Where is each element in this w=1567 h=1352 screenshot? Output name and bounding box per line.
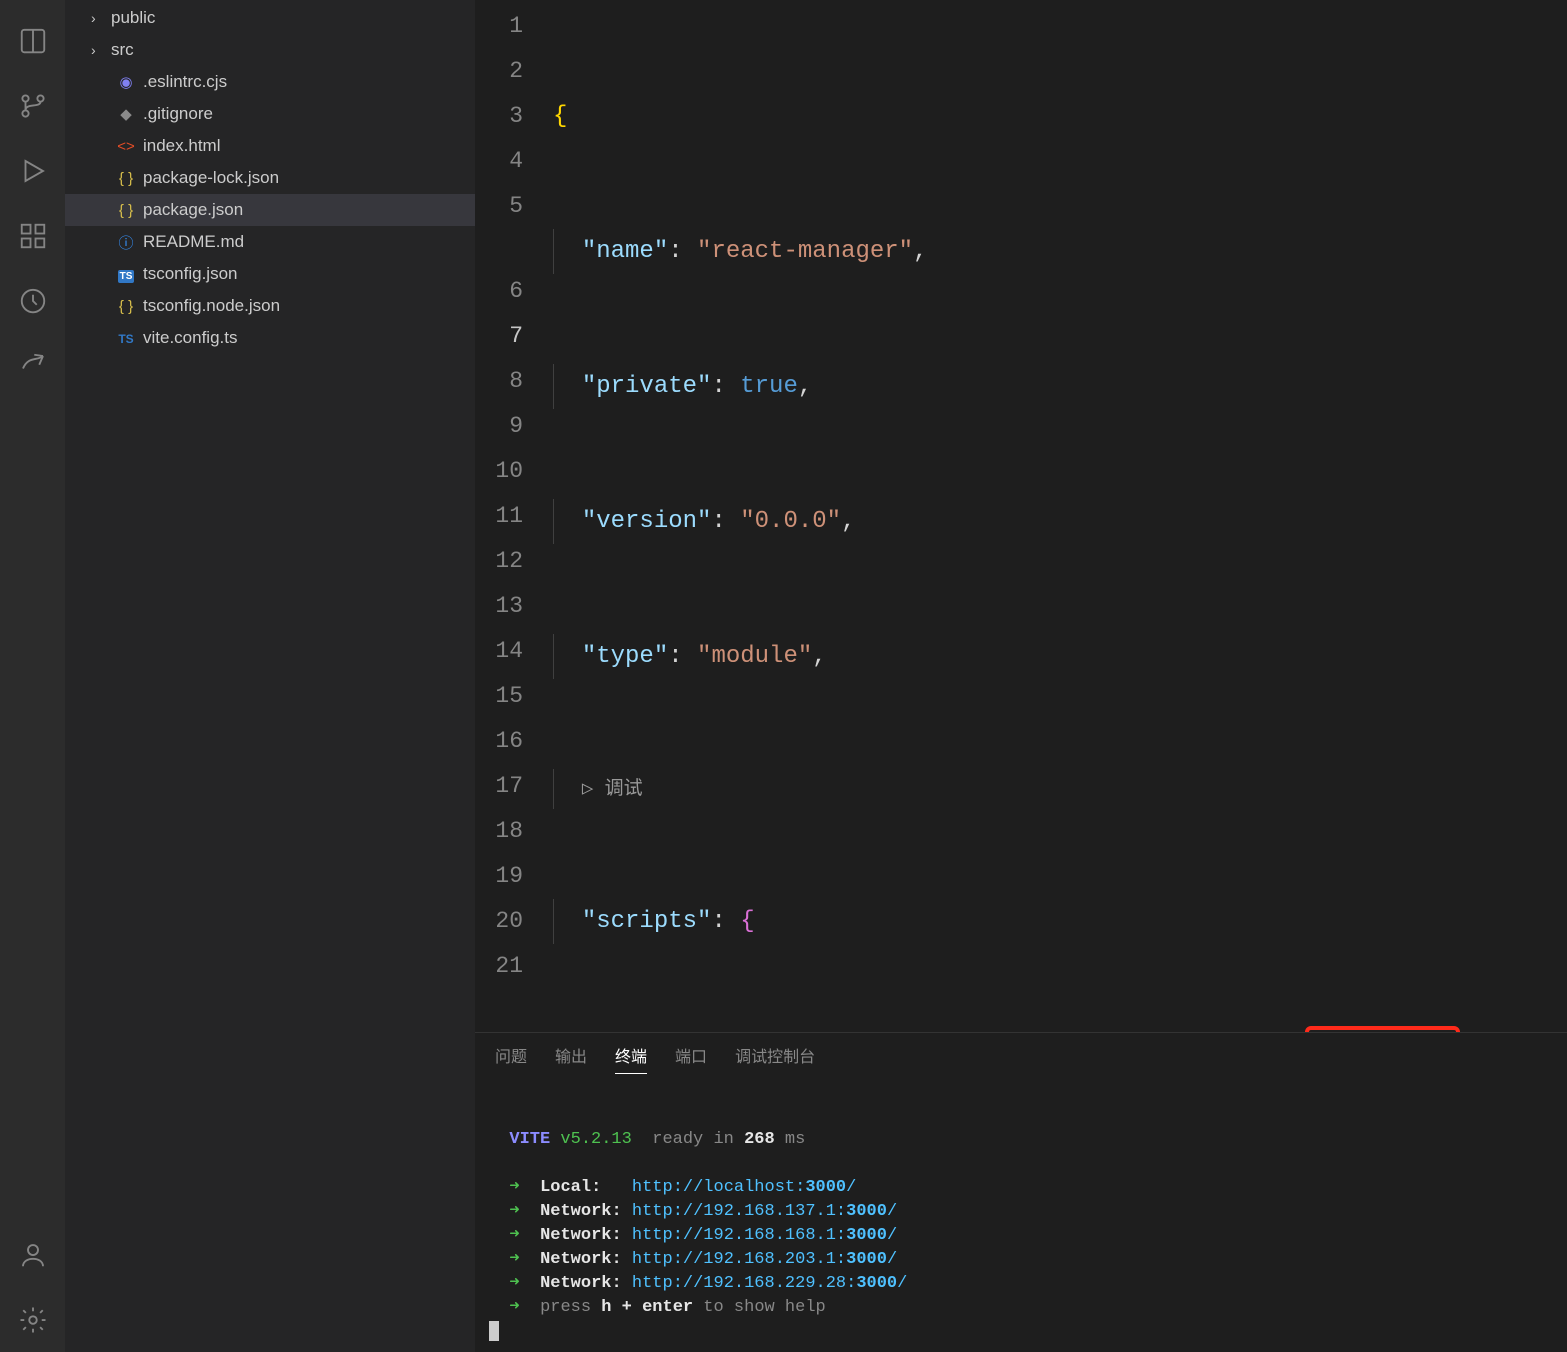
file-explorer: ›public›src◉.eslintrc.cjs◆.gitignore<>in…: [65, 0, 475, 1352]
file-item-README-md[interactable]: ⓘREADME.md: [65, 226, 475, 258]
file-item-vite-config-ts[interactable]: TSvite.config.ts: [65, 322, 475, 354]
panel-tab-0[interactable]: 问题: [495, 1043, 527, 1074]
run-icon[interactable]: [0, 138, 65, 203]
highlight-annotation: [1305, 1026, 1460, 1032]
extensions-icon[interactable]: [0, 203, 65, 268]
file-item-public[interactable]: ›public: [65, 2, 475, 34]
share-icon[interactable]: [0, 333, 65, 398]
branch-icon[interactable]: [0, 73, 65, 138]
editor-area: 123456789101112131415161718192021 { "nam…: [475, 0, 1567, 1352]
panel-tab-4[interactable]: 调试控制台: [735, 1043, 815, 1074]
panel-tab-2[interactable]: 终端: [615, 1043, 647, 1074]
file-item-package-json[interactable]: { }package.json: [65, 194, 475, 226]
file-item-package-lock-json[interactable]: { }package-lock.json: [65, 162, 475, 194]
timeline-icon[interactable]: [0, 268, 65, 333]
settings-icon[interactable]: [0, 1287, 65, 1352]
file-item--gitignore[interactable]: ◆.gitignore: [65, 98, 475, 130]
account-icon[interactable]: [0, 1222, 65, 1287]
code-content[interactable]: { "name": "react-manager", "private": tr…: [553, 0, 1567, 1032]
file-item--eslintrc-cjs[interactable]: ◉.eslintrc.cjs: [65, 66, 475, 98]
file-item-index-html[interactable]: <>index.html: [65, 130, 475, 162]
file-item-src[interactable]: ›src: [65, 34, 475, 66]
line-gutter: 123456789101112131415161718192021: [475, 0, 553, 1032]
terminal-cursor: [489, 1321, 499, 1341]
activity-bar: [0, 0, 65, 1352]
panel-tab-1[interactable]: 输出: [555, 1043, 587, 1074]
panel-tab-3[interactable]: 端口: [675, 1043, 707, 1074]
bottom-panel: 问题输出终端端口调试控制台 VITE v5.2.13 ready in 268 …: [475, 1032, 1567, 1352]
panel-tabs: 问题输出终端端口调试控制台: [475, 1033, 1567, 1084]
file-item-tsconfig-json[interactable]: TStsconfig.json: [65, 258, 475, 290]
book-icon[interactable]: [0, 8, 65, 73]
terminal-output[interactable]: VITE v5.2.13 ready in 268 ms ➜ Local: ht…: [475, 1084, 1567, 1352]
file-item-tsconfig-node-json[interactable]: { }tsconfig.node.json: [65, 290, 475, 322]
